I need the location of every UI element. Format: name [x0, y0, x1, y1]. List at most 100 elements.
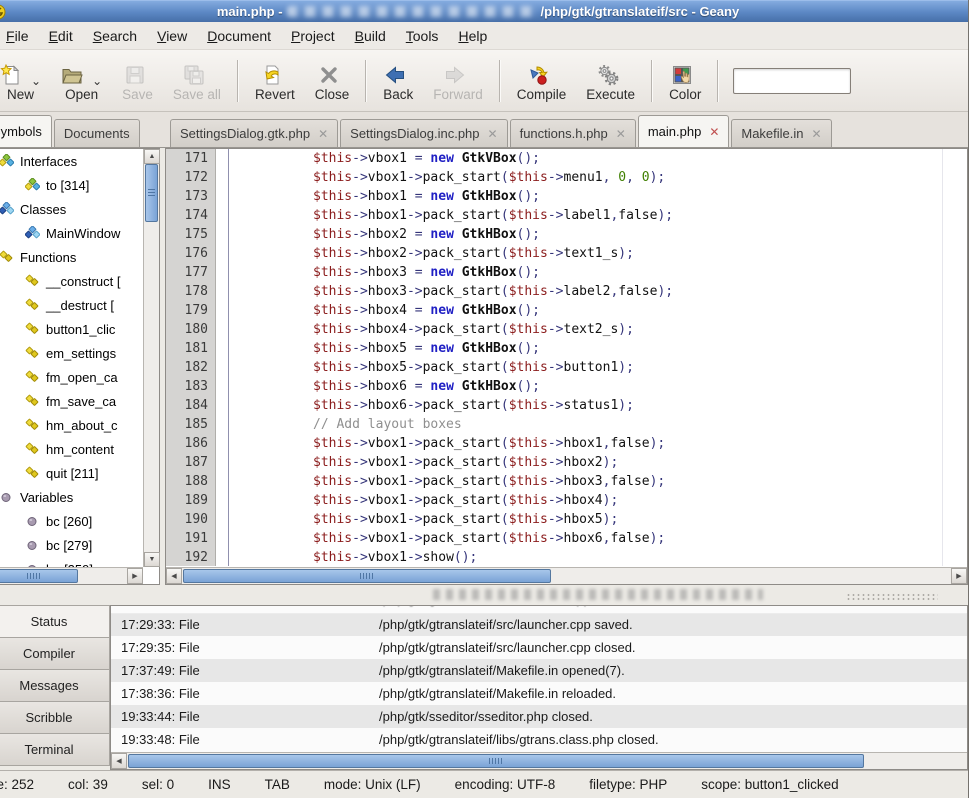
panel-tab-messages[interactable]: Messages [0, 669, 110, 702]
code-line[interactable]: 191$this->vbox1->pack_start($this->hbox6… [166, 529, 967, 548]
fold-margin[interactable] [216, 472, 229, 491]
code-line[interactable]: 189$this->vbox1->pack_start($this->hbox4… [166, 491, 967, 510]
fold-margin[interactable] [216, 491, 229, 510]
message-row[interactable]: 17:38:36: File/php/gtk/gtranslateif/Make… [111, 682, 967, 705]
fold-margin[interactable] [216, 244, 229, 263]
panel-tab-scribble[interactable]: Scribble [0, 701, 110, 734]
code-line[interactable]: 173$this->hbox1 = new GtkHBox(); [166, 187, 967, 206]
symbol-quit-211-[interactable]: quit [211] [0, 461, 143, 485]
code-line[interactable]: 185// Add layout boxes [166, 415, 967, 434]
editor-tab-settingsdialog-inc-php[interactable]: SettingsDialog.inc.php✕ [340, 119, 507, 147]
symbol-interfaces[interactable]: ▼Interfaces [0, 149, 143, 173]
line-number[interactable]: 188 [166, 472, 216, 491]
line-number[interactable]: 181 [166, 339, 216, 358]
fold-margin[interactable] [216, 187, 229, 206]
panel-tab-terminal[interactable]: Terminal [0, 733, 110, 766]
panel-tab-status[interactable]: Status [0, 605, 110, 638]
fold-margin[interactable] [216, 548, 229, 566]
code-line[interactable]: 187$this->vbox1->pack_start($this->hbox2… [166, 453, 967, 472]
messages-horizontal-scrollbar[interactable]: ◀ [111, 752, 967, 769]
message-row[interactable]: 19:33:48: File/php/gtk/gtranslateif/libs… [111, 728, 967, 751]
editor-hscroll-thumb[interactable] [183, 569, 551, 583]
symbol-classes[interactable]: ▼Classes [0, 197, 143, 221]
fold-margin[interactable] [216, 453, 229, 472]
menu-edit[interactable]: Edit [39, 24, 83, 48]
dropdown-arrow-icon[interactable]: ⌄ [92, 76, 102, 86]
line-number[interactable]: 182 [166, 358, 216, 377]
fold-margin[interactable] [216, 301, 229, 320]
code-line[interactable]: 186$this->vbox1->pack_start($this->hbox1… [166, 434, 967, 453]
sidebar-tab-documents[interactable]: Documents [54, 119, 140, 147]
line-number[interactable]: 186 [166, 434, 216, 453]
sidebar-horizontal-scrollbar[interactable]: ▶ [0, 567, 143, 584]
code-pane[interactable]: 171$this->vbox1 = new GtkVBox();172$this… [166, 149, 967, 566]
fold-margin[interactable] [216, 149, 229, 168]
code-line[interactable]: 174$this->hbox1->pack_start($this->label… [166, 206, 967, 225]
fold-margin[interactable] [216, 282, 229, 301]
code-line[interactable]: 184$this->hbox6->pack_start($this->statu… [166, 396, 967, 415]
scroll-right-icon[interactable]: ▶ [951, 568, 967, 584]
menu-project[interactable]: Project [281, 24, 345, 48]
tab-close-icon[interactable]: ✕ [488, 128, 498, 140]
editor-panel-splitter[interactable] [0, 585, 968, 605]
fold-margin[interactable] [216, 168, 229, 187]
symbol-fm-open-ca[interactable]: fm_open_ca [0, 365, 143, 389]
line-number[interactable]: 184 [166, 396, 216, 415]
symbol-em-settings[interactable]: em_settings [0, 341, 143, 365]
line-number[interactable]: 189 [166, 491, 216, 510]
code-line[interactable]: 192$this->vbox1->show(); [166, 548, 967, 566]
message-row[interactable]: 17:29:33: File/php/gtk/gtranslateif/src/… [111, 613, 967, 636]
editor-tab-settingsdialog-gtk-php[interactable]: SettingsDialog.gtk.php✕ [170, 119, 338, 147]
code-line[interactable]: 181$this->hbox5 = new GtkHBox(); [166, 339, 967, 358]
fold-margin[interactable] [216, 377, 229, 396]
tab-close-icon[interactable]: ✕ [318, 128, 328, 140]
code-line[interactable]: 175$this->hbox2 = new GtkHBox(); [166, 225, 967, 244]
editor-tab-functions-h-php[interactable]: functions.h.php✕ [510, 119, 636, 147]
toolbar-close-button[interactable]: Close [305, 57, 360, 105]
symbol-bc-260-[interactable]: bc [260] [0, 509, 143, 533]
code-line[interactable]: 190$this->vbox1->pack_start($this->hbox5… [166, 510, 967, 529]
symbols-tree[interactable]: ▼Interfacesto [314]▼ClassesMainWindow▼Fu… [0, 149, 143, 567]
symbol-functions[interactable]: ▼Functions [0, 245, 143, 269]
menu-document[interactable]: Document [197, 24, 281, 48]
menu-search[interactable]: Search [83, 24, 147, 48]
symbol-fm-save-ca[interactable]: fm_save_ca [0, 389, 143, 413]
fold-margin[interactable] [216, 396, 229, 415]
symbol-button1-clic[interactable]: button1_clic [0, 317, 143, 341]
symbol-to-314-[interactable]: to [314] [0, 173, 143, 197]
code-line[interactable]: 172$this->vbox1->pack_start($this->menu1… [166, 168, 967, 187]
editor-tab-makefile-in[interactable]: Makefile.in✕ [731, 119, 831, 147]
splitter-grip[interactable] [846, 593, 938, 601]
line-number[interactable]: 190 [166, 510, 216, 529]
fold-margin[interactable] [216, 529, 229, 548]
fold-margin[interactable] [216, 358, 229, 377]
code-line[interactable]: 176$this->hbox2->pack_start($this->text1… [166, 244, 967, 263]
fold-margin[interactable] [216, 510, 229, 529]
tab-close-icon[interactable]: ✕ [709, 126, 719, 138]
toolbar-open-button[interactable]: ⌄Open [51, 57, 112, 105]
line-number[interactable]: 192 [166, 548, 216, 566]
symbol--construct-[interactable]: __construct [ [0, 269, 143, 293]
line-number[interactable]: 179 [166, 301, 216, 320]
line-number[interactable]: 191 [166, 529, 216, 548]
scroll-down-icon[interactable]: ▼ [144, 552, 160, 567]
tab-close-icon[interactable]: ✕ [812, 128, 822, 140]
toolbar-new-button[interactable]: ⌄New [0, 57, 51, 105]
code-line[interactable]: 171$this->vbox1 = new GtkVBox(); [166, 149, 967, 168]
symbol-hm-content[interactable]: hm_content [0, 437, 143, 461]
code-line[interactable]: 178$this->hbox3->pack_start($this->label… [166, 282, 967, 301]
toolbar-color-button[interactable]: Color [659, 57, 711, 105]
line-number[interactable]: 171 [166, 149, 216, 168]
symbol-bc-279-[interactable]: bc [279] [0, 533, 143, 557]
menu-file[interactable]: File [0, 24, 39, 48]
code-line[interactable]: 179$this->hbox4 = new GtkHBox(); [166, 301, 967, 320]
code-editor[interactable]: 171$this->vbox1 = new GtkVBox();172$this… [165, 148, 968, 585]
line-number[interactable]: 174 [166, 206, 216, 225]
sidebar-hscroll-thumb[interactable] [0, 569, 78, 583]
line-number[interactable]: 185 [166, 415, 216, 434]
message-row[interactable]: 17:29:35: File/php/gtk/gtranslateif/src/… [111, 636, 967, 659]
symbol-variables[interactable]: ▼Variables [0, 485, 143, 509]
line-number[interactable]: 183 [166, 377, 216, 396]
line-number[interactable]: 172 [166, 168, 216, 187]
toolbar-compile-button[interactable]: Compile [507, 57, 577, 105]
